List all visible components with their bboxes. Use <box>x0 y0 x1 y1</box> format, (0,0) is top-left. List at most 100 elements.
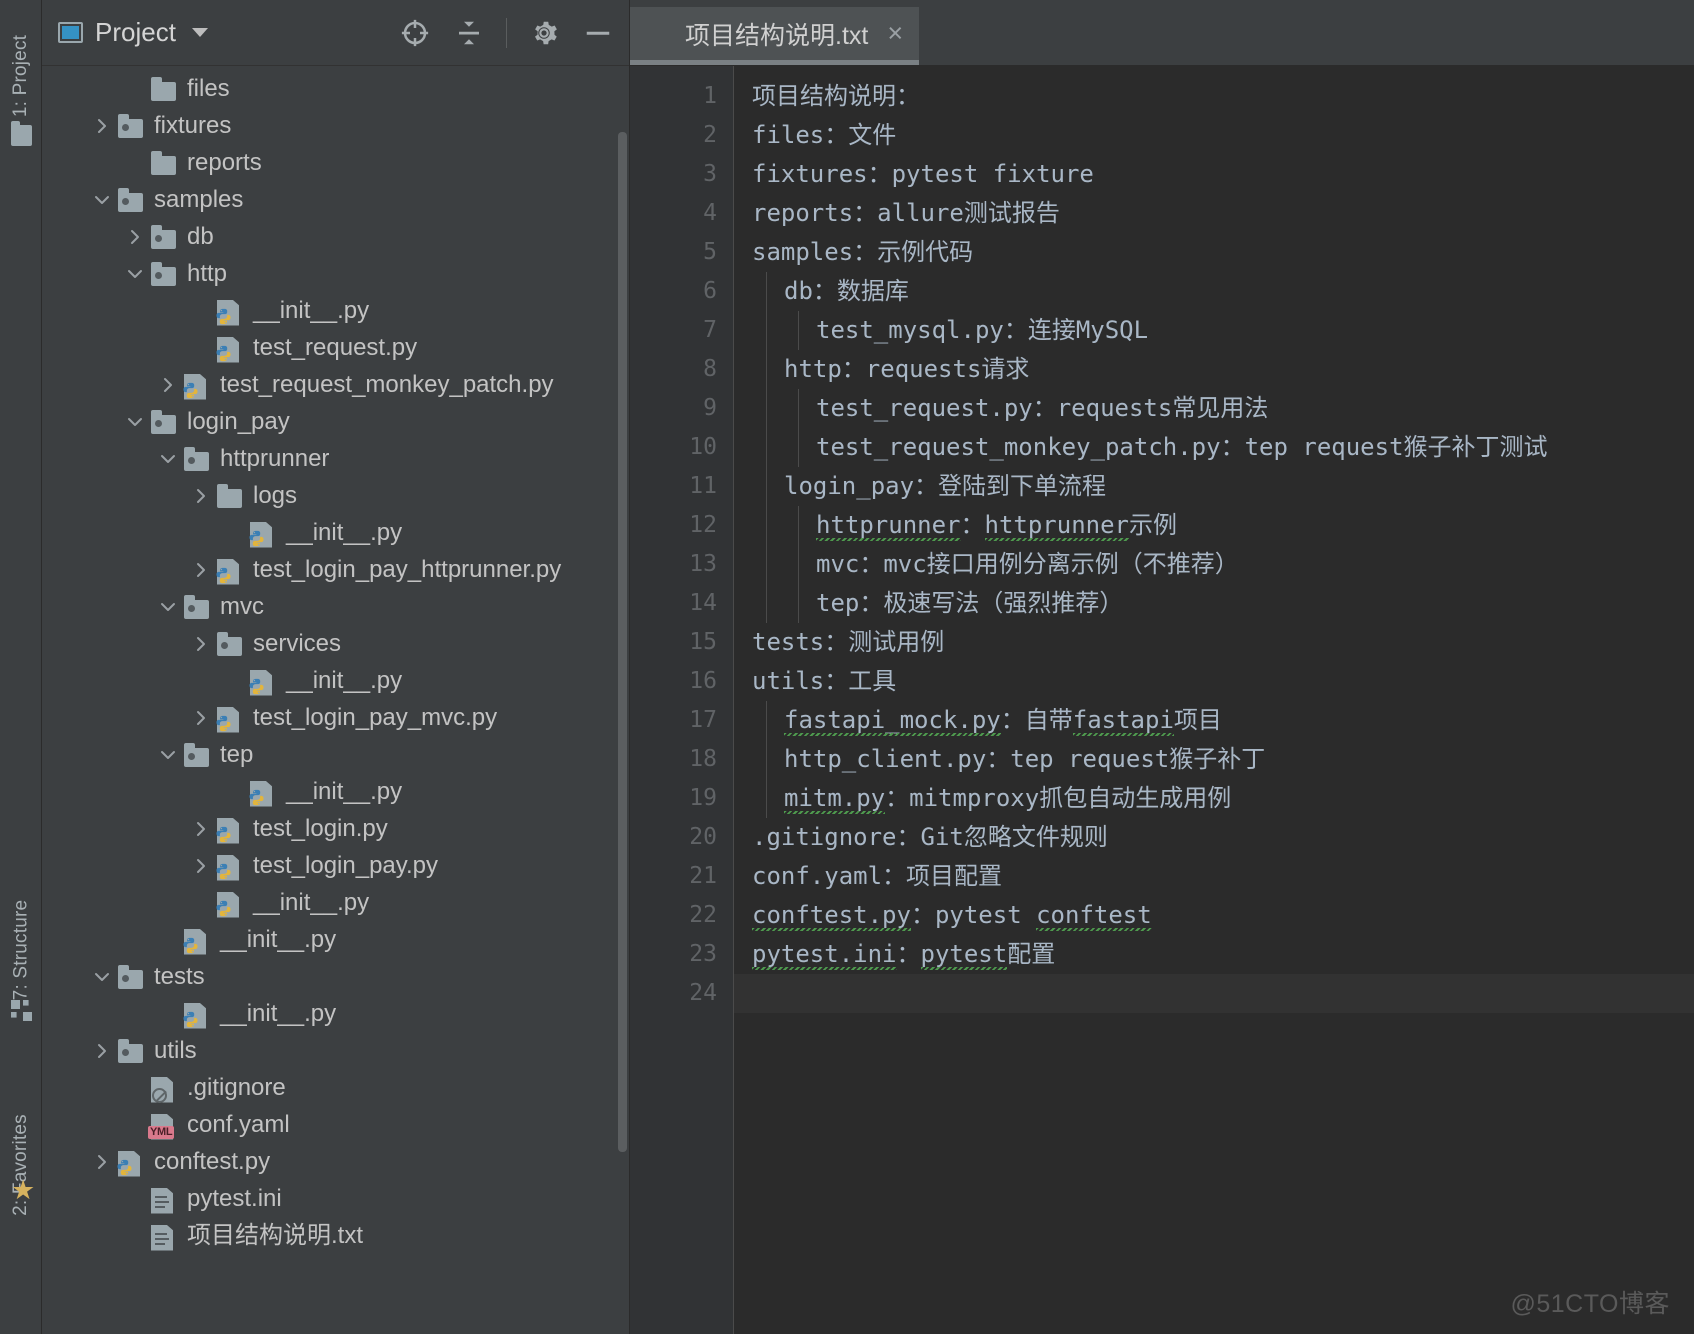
editor-tab-active[interactable]: 项目结构说明.txt × <box>630 7 920 65</box>
tree-node[interactable]: test_login_pay_mvc.py <box>42 699 629 736</box>
collapse-all-icon[interactable] <box>452 16 486 50</box>
code-line[interactable]: test_mysql.py：连接MySQL <box>734 311 1694 350</box>
tree-node[interactable]: __init__.py <box>42 514 629 551</box>
tree-node[interactable]: test_request.py <box>42 329 629 366</box>
gear-icon[interactable] <box>527 16 561 50</box>
tree-node[interactable]: test_request_monkey_patch.py <box>42 366 629 403</box>
line-number: 18 <box>689 746 717 772</box>
code-line[interactable]: samples：示例代码 <box>734 233 1694 272</box>
tree-node[interactable]: tests <box>42 958 629 995</box>
tree-node[interactable]: login_pay <box>42 403 629 440</box>
folder-pkg-icon <box>148 260 178 288</box>
code-line[interactable]: test_request.py：requests常见用法 <box>734 389 1694 428</box>
tree-node[interactable]: logs <box>42 477 629 514</box>
tree-node-chevron-right-icon[interactable] <box>155 372 181 398</box>
code-line[interactable]: db：数据库 <box>734 272 1694 311</box>
code-line[interactable]: reports：allure测试报告 <box>734 194 1694 233</box>
tree-node-chevron-right-icon[interactable] <box>188 853 214 879</box>
tree-node[interactable]: .gitignore <box>42 1069 629 1106</box>
tree-node[interactable]: utils <box>42 1032 629 1069</box>
code-line[interactable]: fixtures：pytest fixture <box>734 155 1694 194</box>
tree-node[interactable]: __init__.py <box>42 292 629 329</box>
code-line[interactable]: test_request_monkey_patch.py：tep request… <box>734 428 1694 467</box>
code-line[interactable]: mitm.py：mitmproxy抓包自动生成用例 <box>734 779 1694 818</box>
project-title-group[interactable]: Project <box>58 17 208 48</box>
code-line[interactable]: files：文件 <box>734 116 1694 155</box>
tree-node-chevron-down-icon[interactable] <box>122 261 148 287</box>
code-line[interactable]: pytest.ini：pytest配置 <box>734 935 1694 974</box>
code-line[interactable]: conftest.py：pytest conftest <box>734 896 1694 935</box>
code-line[interactable]: http：requests请求 <box>734 350 1694 389</box>
code-line[interactable]: utils：工具 <box>734 662 1694 701</box>
tree-node-chevron-right-icon[interactable] <box>122 224 148 250</box>
tree-node-chevron-down-icon[interactable] <box>122 409 148 435</box>
code-line[interactable]: .gitignore：Git忽略文件规则 <box>734 818 1694 857</box>
tree-node-chevron-down-icon[interactable] <box>89 187 115 213</box>
project-tree[interactable]: files fixtures reports samples db http __init_… <box>42 66 629 1334</box>
code-line[interactable]: tests：测试用例 <box>734 623 1694 662</box>
tree-node-chevron-right-icon[interactable] <box>89 1038 115 1064</box>
tree-node[interactable]: test_login_pay.py <box>42 847 629 884</box>
tree-node[interactable]: http <box>42 255 629 292</box>
minimize-icon[interactable] <box>581 16 615 50</box>
tree-node-chevron-right-icon[interactable] <box>188 816 214 842</box>
tree-node-chevron-right-icon[interactable] <box>188 705 214 731</box>
tree-node[interactable]: __init__.py <box>42 773 629 810</box>
tree-node[interactable]: test_login_pay_httprunner.py <box>42 551 629 588</box>
line-number: 8 <box>703 356 717 382</box>
tree-node[interactable]: mvc <box>42 588 629 625</box>
tree-node-chevron-right-icon[interactable] <box>188 483 214 509</box>
code-line[interactable]: login_pay：登陆到下单流程 <box>734 467 1694 506</box>
tree-node[interactable]: 项目结构说明.txt <box>42 1217 629 1254</box>
tree-node[interactable]: __init__.py <box>42 884 629 921</box>
code-line[interactable] <box>734 974 1694 1013</box>
tree-node-chevron-right-icon[interactable] <box>89 113 115 139</box>
code-line[interactable]: 项目结构说明： <box>734 77 1694 116</box>
tree-node-chevron-down-icon[interactable] <box>155 446 181 472</box>
code-line[interactable]: tep：极速写法（强烈推荐） <box>734 584 1694 623</box>
tree-node[interactable]: db <box>42 218 629 255</box>
scrollbar-thumb[interactable] <box>618 132 627 1152</box>
code-line[interactable]: httprunner：httprunner示例 <box>734 506 1694 545</box>
tree-node-chevron-down-icon[interactable] <box>89 964 115 990</box>
close-icon[interactable]: × <box>887 20 903 47</box>
project-panel-actions <box>398 16 615 50</box>
spellcheck-underline: conftest.py <box>752 901 911 929</box>
folder-plain-icon <box>148 149 178 177</box>
tree-node[interactable]: __init__.py <box>42 995 629 1032</box>
tree-node-chevron-right-icon[interactable] <box>188 557 214 583</box>
tree-node[interactable]: __init__.py <box>42 921 629 958</box>
tree-node[interactable]: reports <box>42 144 629 181</box>
tree-node[interactable]: files <box>42 70 629 107</box>
tree-node[interactable]: httprunner <box>42 440 629 477</box>
tree-node[interactable]: conftest.py <box>42 1143 629 1180</box>
editor-tabbar: 项目结构说明.txt × <box>630 0 1694 66</box>
line-number: 2 <box>703 122 717 148</box>
tree-node[interactable]: tep <box>42 736 629 773</box>
sidebar-tab-structure[interactable]: 7: Structure <box>0 880 42 1020</box>
tree-node[interactable]: fixtures <box>42 107 629 144</box>
code-line[interactable]: http_client.py：tep request猴子补丁 <box>734 740 1694 779</box>
tree-node-chevron-right-icon[interactable] <box>89 1149 115 1175</box>
code-content[interactable]: 项目结构说明： files：文件 fixtures：pytest fixture re… <box>734 66 1694 1334</box>
tree-node[interactable]: YML conf.yaml <box>42 1106 629 1143</box>
code-line[interactable]: mvc：mvc接口用例分离示例（不推荐） <box>734 545 1694 584</box>
tree-node[interactable]: pytest.ini <box>42 1180 629 1217</box>
chevron-down-icon[interactable] <box>191 28 208 37</box>
sidebar-tab-favorites[interactable]: 2: Favorites <box>0 1090 42 1240</box>
select-opened-file-icon[interactable] <box>398 16 432 50</box>
python-file-icon <box>214 852 244 881</box>
tree-node[interactable]: __init__.py <box>42 662 629 699</box>
project-tree-scrollbar[interactable] <box>618 70 627 1152</box>
folder-pkg-icon <box>181 741 211 769</box>
tree-node-chevron-down-icon[interactable] <box>155 742 181 768</box>
code-line[interactable]: fastapi_mock.py：自带fastapi项目 <box>734 701 1694 740</box>
tree-node[interactable]: samples <box>42 181 629 218</box>
code-line[interactable]: conf.yaml：项目配置 <box>734 857 1694 896</box>
tree-node-label: conf.yaml <box>187 1110 290 1138</box>
tree-node[interactable]: test_login.py <box>42 810 629 847</box>
tree-node-chevron-down-icon[interactable] <box>155 594 181 620</box>
tree-node-chevron-right-icon[interactable] <box>188 631 214 657</box>
tree-node-label: utils <box>154 1036 197 1064</box>
tree-node[interactable]: services <box>42 625 629 662</box>
